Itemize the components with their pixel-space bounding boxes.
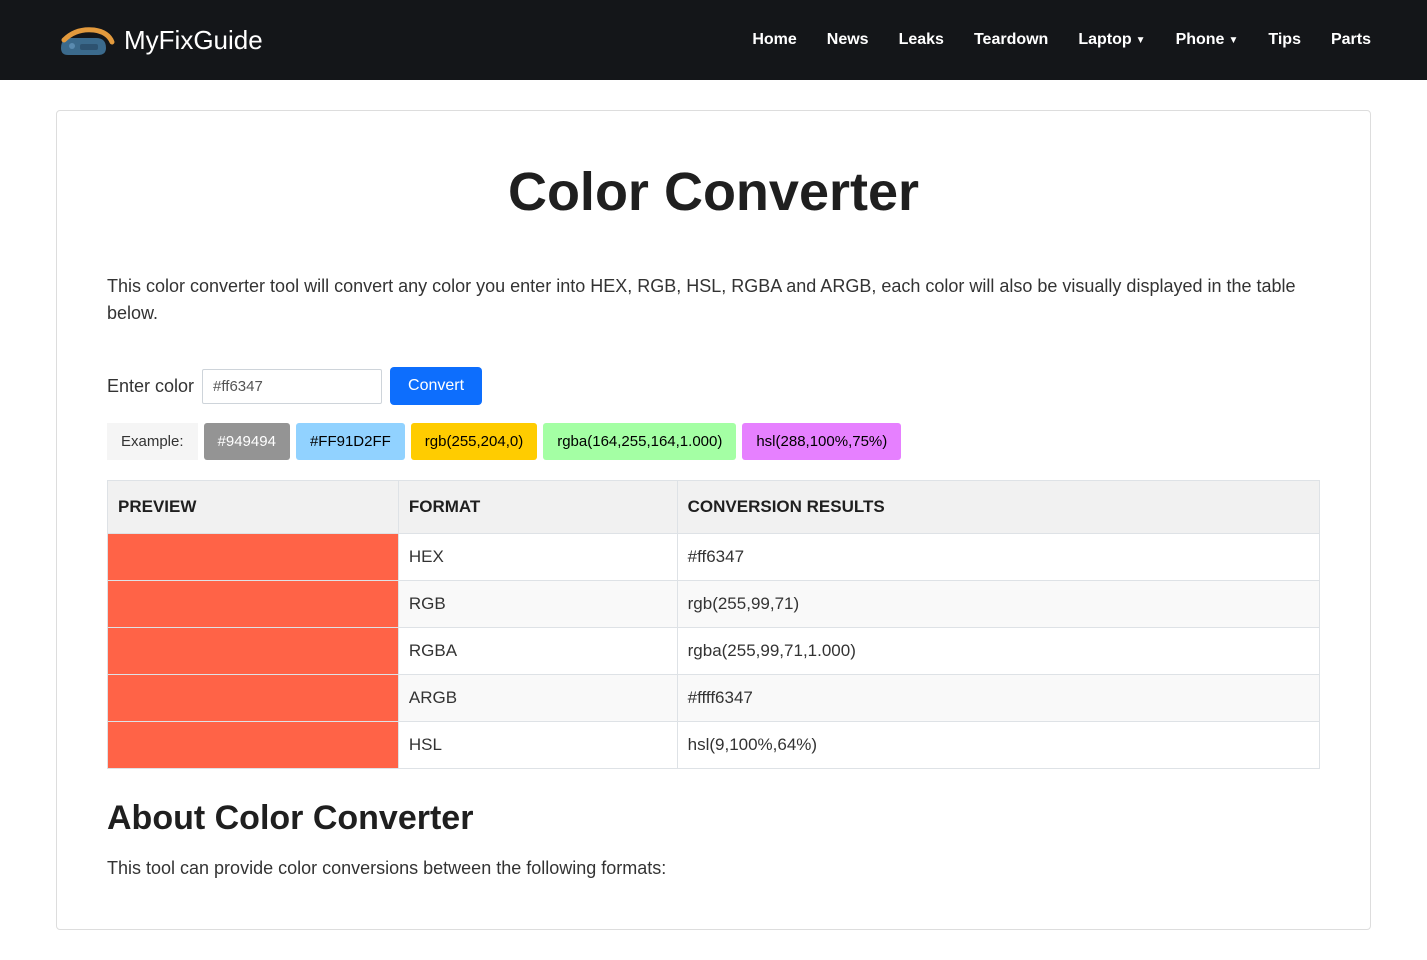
header-preview: PREVIEW — [108, 481, 399, 534]
color-input[interactable] — [202, 369, 382, 404]
table-row: RGBrgb(255,99,71) — [108, 581, 1320, 628]
example-chip[interactable]: #949494 — [204, 423, 290, 460]
nav-items: HomeNewsLeaksTeardownLaptop▼Phone▼TipsPa… — [752, 31, 1371, 49]
main-card: Color Converter This color converter too… — [56, 110, 1371, 930]
preview-cell — [108, 628, 399, 675]
nav-item-tips[interactable]: Tips — [1268, 31, 1301, 49]
brand-name: MyFixGuide — [124, 25, 263, 56]
chevron-down-icon: ▼ — [1228, 35, 1238, 46]
input-label: Enter color — [107, 376, 194, 397]
table-row: HEX#ff6347 — [108, 534, 1320, 581]
nav-item-home[interactable]: Home — [752, 31, 796, 49]
nav-item-label: Leaks — [899, 31, 944, 49]
example-chip[interactable]: #FF91D2FF — [296, 423, 405, 460]
description-text: This color converter tool will convert a… — [107, 273, 1320, 327]
nav-item-teardown[interactable]: Teardown — [974, 31, 1048, 49]
nav-item-laptop[interactable]: Laptop ▼ — [1078, 31, 1145, 49]
nav-item-phone[interactable]: Phone▼ — [1176, 31, 1239, 49]
result-cell: rgba(255,99,71,1.000) — [677, 628, 1319, 675]
result-cell: hsl(9,100%,64%) — [677, 722, 1319, 769]
result-cell: rgb(255,99,71) — [677, 581, 1319, 628]
nav-item-label: Phone — [1176, 31, 1225, 49]
header-format: FORMAT — [398, 481, 677, 534]
about-text: This tool can provide color conversions … — [107, 858, 1320, 879]
navbar: MyFixGuide HomeNewsLeaksTeardownLaptop▼P… — [0, 0, 1427, 80]
brand-logo[interactable]: MyFixGuide — [56, 20, 263, 60]
result-cell: #ff6347 — [677, 534, 1319, 581]
about-title: About Color Converter — [107, 799, 1320, 838]
example-row: Example: #949494#FF91D2FFrgb(255,204,0)r… — [107, 423, 1320, 460]
format-cell: RGBA — [398, 628, 677, 675]
result-cell: #ffff6347 — [677, 675, 1319, 722]
example-chip[interactable]: rgb(255,204,0) — [411, 423, 537, 460]
input-row: Enter color Convert — [107, 367, 1320, 405]
table-row: HSLhsl(9,100%,64%) — [108, 722, 1320, 769]
preview-cell — [108, 581, 399, 628]
format-cell: RGB — [398, 581, 677, 628]
preview-cell — [108, 675, 399, 722]
nav-item-news[interactable]: News — [827, 31, 869, 49]
example-label: Example: — [107, 423, 198, 460]
example-chip[interactable]: hsl(288,100%,75%) — [742, 423, 901, 460]
logo-icon — [56, 20, 116, 60]
format-cell: ARGB — [398, 675, 677, 722]
nav-item-parts[interactable]: Parts — [1331, 31, 1371, 49]
nav-item-label: Teardown — [974, 31, 1048, 49]
nav-item-label: Laptop — [1078, 31, 1131, 49]
preview-cell — [108, 722, 399, 769]
chevron-down-icon: ▼ — [1136, 35, 1146, 46]
convert-button[interactable]: Convert — [390, 367, 482, 405]
nav-item-label: News — [827, 31, 869, 49]
results-table: PREVIEW FORMAT CONVERSION RESULTS HEX#ff… — [107, 480, 1320, 769]
preview-cell — [108, 534, 399, 581]
page-title: Color Converter — [107, 161, 1320, 223]
format-cell: HSL — [398, 722, 677, 769]
nav-item-label: Parts — [1331, 31, 1371, 49]
nav-item-label: Tips — [1268, 31, 1301, 49]
header-results: CONVERSION RESULTS — [677, 481, 1319, 534]
nav-item-leaks[interactable]: Leaks — [899, 31, 944, 49]
example-chip[interactable]: rgba(164,255,164,1.000) — [543, 423, 736, 460]
format-cell: HEX — [398, 534, 677, 581]
table-row: RGBArgba(255,99,71,1.000) — [108, 628, 1320, 675]
table-row: ARGB#ffff6347 — [108, 675, 1320, 722]
nav-item-label: Home — [752, 31, 796, 49]
